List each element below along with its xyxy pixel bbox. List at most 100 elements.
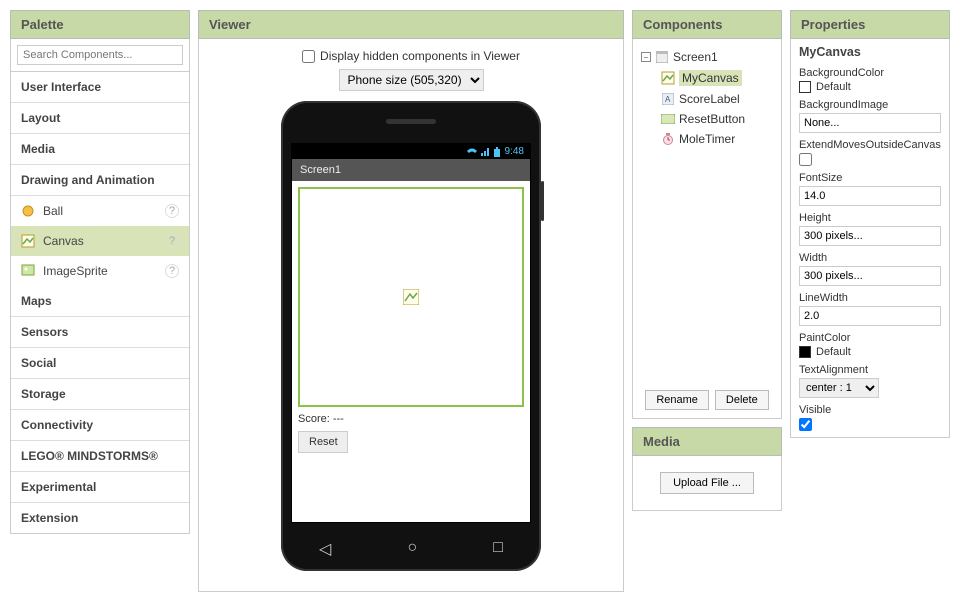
reset-button[interactable]: Reset	[298, 431, 348, 453]
score-label: Score: ---	[298, 413, 524, 425]
palette-cat-storage[interactable]: Storage	[11, 379, 189, 410]
battery-icon	[493, 147, 501, 157]
phone-nav: ◁ ○ □	[281, 539, 541, 559]
nav-back-icon: ◁	[319, 539, 331, 559]
mycanvas-preview[interactable]	[298, 187, 524, 407]
palette-cat-connectivity[interactable]: Connectivity	[11, 410, 189, 441]
prop-label: Height	[799, 212, 941, 224]
media-panel: Media Upload File ...	[632, 427, 782, 511]
palette-cat-lego[interactable]: LEGO® MINDSTORMS®	[11, 441, 189, 472]
help-icon[interactable]: ?	[165, 234, 179, 248]
prop-label: PaintColor	[799, 332, 941, 344]
linewidth-field[interactable]	[799, 306, 941, 326]
width-field[interactable]	[799, 266, 941, 286]
palette-item-imagesprite[interactable]: ImageSprite ?	[11, 256, 189, 286]
textalign-select[interactable]: center : 1	[799, 378, 879, 398]
prop-label: BackgroundColor	[799, 67, 941, 79]
show-hidden-checkbox[interactable]	[302, 50, 315, 63]
prop-textalign: TextAlignment center : 1	[799, 364, 941, 398]
prop-backgroundcolor: BackgroundColor Default	[799, 67, 941, 93]
viewer-body: Display hidden components in Viewer Phon…	[198, 39, 624, 592]
imagesprite-icon	[21, 264, 35, 278]
wifi-icon	[467, 148, 477, 156]
prop-label: FontSize	[799, 172, 941, 184]
status-bar: 9:48	[292, 144, 530, 159]
palette-item-canvas[interactable]: Canvas ?	[11, 226, 189, 256]
palette-cat-user-interface[interactable]: User Interface	[11, 72, 189, 103]
phone-side-button	[541, 181, 544, 221]
extend-checkbox[interactable]	[799, 153, 812, 166]
button-icon	[661, 112, 675, 126]
nav-home-icon: ○	[407, 539, 417, 559]
prop-visible: Visible	[799, 404, 941, 431]
height-field[interactable]	[799, 226, 941, 246]
tree-item-scorelabel[interactable]: A ScoreLabel	[639, 89, 775, 109]
tree-label: Screen1	[673, 50, 718, 64]
screen-icon	[655, 50, 669, 64]
palette-cat-extension[interactable]: Extension	[11, 503, 189, 533]
status-time: 9:48	[505, 146, 524, 157]
prop-width: Width	[799, 252, 941, 286]
prop-value: Default	[816, 81, 851, 93]
ball-icon	[21, 204, 35, 218]
delete-button[interactable]: Delete	[715, 390, 769, 410]
prop-label: Visible	[799, 404, 941, 416]
rename-button[interactable]: Rename	[645, 390, 709, 410]
clock-icon	[661, 132, 675, 146]
help-icon[interactable]: ?	[165, 264, 179, 278]
show-hidden-label: Display hidden components in Viewer	[320, 49, 520, 63]
components-title: Components	[632, 10, 782, 39]
palette-title: Palette	[10, 10, 190, 39]
tree-root[interactable]: − Screen1	[639, 47, 775, 67]
palette-cat-experimental[interactable]: Experimental	[11, 472, 189, 503]
component-actions: Rename Delete	[639, 390, 775, 410]
components-column: Components − Screen1 MyCanvas A ScoreLab…	[632, 10, 782, 592]
component-tree: − Screen1 MyCanvas A ScoreLabel Res	[639, 47, 775, 380]
components-panel: Components − Screen1 MyCanvas A ScoreLab…	[632, 10, 782, 419]
screen-title: Screen1	[292, 159, 530, 181]
search-input[interactable]	[17, 45, 183, 65]
tree-item-moletimer[interactable]: MoleTimer	[639, 129, 775, 149]
visible-checkbox[interactable]	[799, 418, 812, 431]
bgimage-field[interactable]	[799, 113, 941, 133]
help-icon[interactable]: ?	[165, 204, 179, 218]
palette-drawing-items: Ball ? Canvas ? ImageSprite ?	[11, 196, 189, 286]
tree-item-mycanvas[interactable]: MyCanvas	[639, 67, 775, 89]
phone-screen: 9:48 Screen1 Score: --- Reset	[291, 143, 531, 523]
palette-cat-sensors[interactable]: Sensors	[11, 317, 189, 348]
canvas-icon	[21, 234, 35, 248]
media-title: Media	[632, 427, 782, 456]
color-swatch-icon	[799, 346, 811, 358]
viewer-title: Viewer	[198, 10, 624, 39]
upload-file-button[interactable]: Upload File ...	[660, 472, 754, 494]
paintcolor-value[interactable]: Default	[799, 346, 941, 358]
tree-label: ScoreLabel	[679, 92, 740, 106]
palette-cat-social[interactable]: Social	[11, 348, 189, 379]
properties-panel: Properties MyCanvas BackgroundColor Defa…	[790, 10, 950, 592]
palette-item-label: Ball	[43, 204, 157, 218]
tree-label: MoleTimer	[679, 132, 735, 146]
bgcolor-value[interactable]: Default	[799, 81, 941, 93]
fontsize-field[interactable]	[799, 186, 941, 206]
prop-paintcolor: PaintColor Default	[799, 332, 941, 358]
palette-cat-maps[interactable]: Maps	[11, 286, 189, 317]
label-icon: A	[661, 92, 675, 106]
properties-body: MyCanvas BackgroundColor Default Backgro…	[790, 39, 950, 438]
palette-cat-drawing[interactable]: Drawing and Animation	[11, 165, 189, 196]
media-body: Upload File ...	[632, 456, 782, 511]
prop-label: BackgroundImage	[799, 99, 941, 111]
prop-label: ExtendMovesOutsideCanvas	[799, 139, 941, 151]
phone-size-select[interactable]: Phone size (505,320)	[339, 69, 484, 91]
viewer-options: Display hidden components in Viewer Phon…	[302, 49, 520, 91]
components-body: − Screen1 MyCanvas A ScoreLabel Res	[632, 39, 782, 419]
palette-item-ball[interactable]: Ball ?	[11, 196, 189, 226]
collapse-icon[interactable]: −	[641, 52, 651, 62]
color-swatch-icon	[799, 81, 811, 93]
prop-fontsize: FontSize	[799, 172, 941, 206]
tree-item-resetbutton[interactable]: ResetButton	[639, 109, 775, 129]
palette-cat-layout[interactable]: Layout	[11, 103, 189, 134]
tree-label: ResetButton	[679, 112, 745, 126]
palette-cat-media[interactable]: Media	[11, 134, 189, 165]
nav-recent-icon: □	[493, 539, 503, 559]
properties-title: Properties	[790, 10, 950, 39]
